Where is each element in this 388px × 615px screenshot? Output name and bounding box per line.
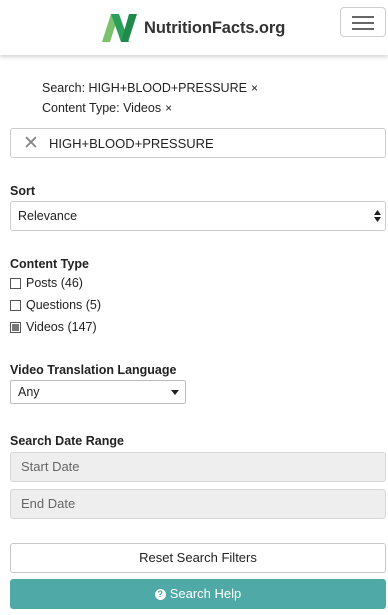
- question-circle-icon: ?: [154, 588, 166, 600]
- checkbox[interactable]: [10, 299, 21, 311]
- checkbox-checked[interactable]: [10, 321, 21, 333]
- checkbox-videos[interactable]: Videos (147): [10, 319, 97, 335]
- translation-label: Video Translation Language: [10, 363, 177, 377]
- search-help-button[interactable]: ? Search Help: [10, 579, 386, 609]
- close-icon[interactable]: ✕: [23, 134, 39, 154]
- sort-label: Sort: [10, 184, 35, 198]
- search-input[interactable]: ✕ HIGH+BLOOD+PRESSURE: [10, 128, 386, 158]
- reset-filters-button[interactable]: Reset Search Filters: [10, 543, 386, 573]
- logo-mark-icon: [102, 14, 137, 42]
- logo-text: NutritionFacts.org: [144, 18, 286, 37]
- checkbox-questions[interactable]: Questions (5): [10, 297, 101, 313]
- site-logo[interactable]: NutritionFacts.org: [102, 14, 285, 42]
- chevron-down-icon: [171, 390, 179, 395]
- date-range-label: Search Date Range: [10, 434, 124, 448]
- hamburger-icon: [352, 16, 374, 18]
- active-filter-content-type: Content Type: Videos ×: [42, 101, 173, 115]
- sort-select[interactable]: Relevance: [10, 201, 386, 231]
- active-filter-search: Search: HIGH+BLOOD+PRESSURE ×: [42, 81, 258, 95]
- start-date-input[interactable]: Start Date: [10, 452, 386, 482]
- active-filters: Search: HIGH+BLOOD+PRESSURE × Content Typ…: [42, 78, 258, 118]
- search-value: HIGH+BLOOD+PRESSURE: [49, 136, 214, 151]
- translation-select[interactable]: Any: [10, 380, 186, 404]
- remove-filter-icon[interactable]: ×: [251, 81, 258, 95]
- menu-toggle-button[interactable]: [340, 7, 386, 37]
- checkbox-posts[interactable]: Posts (46): [10, 275, 83, 291]
- checkbox[interactable]: [10, 277, 21, 289]
- content-type-label: Content Type: [10, 257, 89, 271]
- top-navbar: NutritionFacts.org: [0, 0, 388, 55]
- end-date-input[interactable]: End Date: [10, 489, 386, 519]
- select-arrows-icon: [374, 210, 381, 222]
- remove-filter-icon[interactable]: ×: [165, 101, 172, 115]
